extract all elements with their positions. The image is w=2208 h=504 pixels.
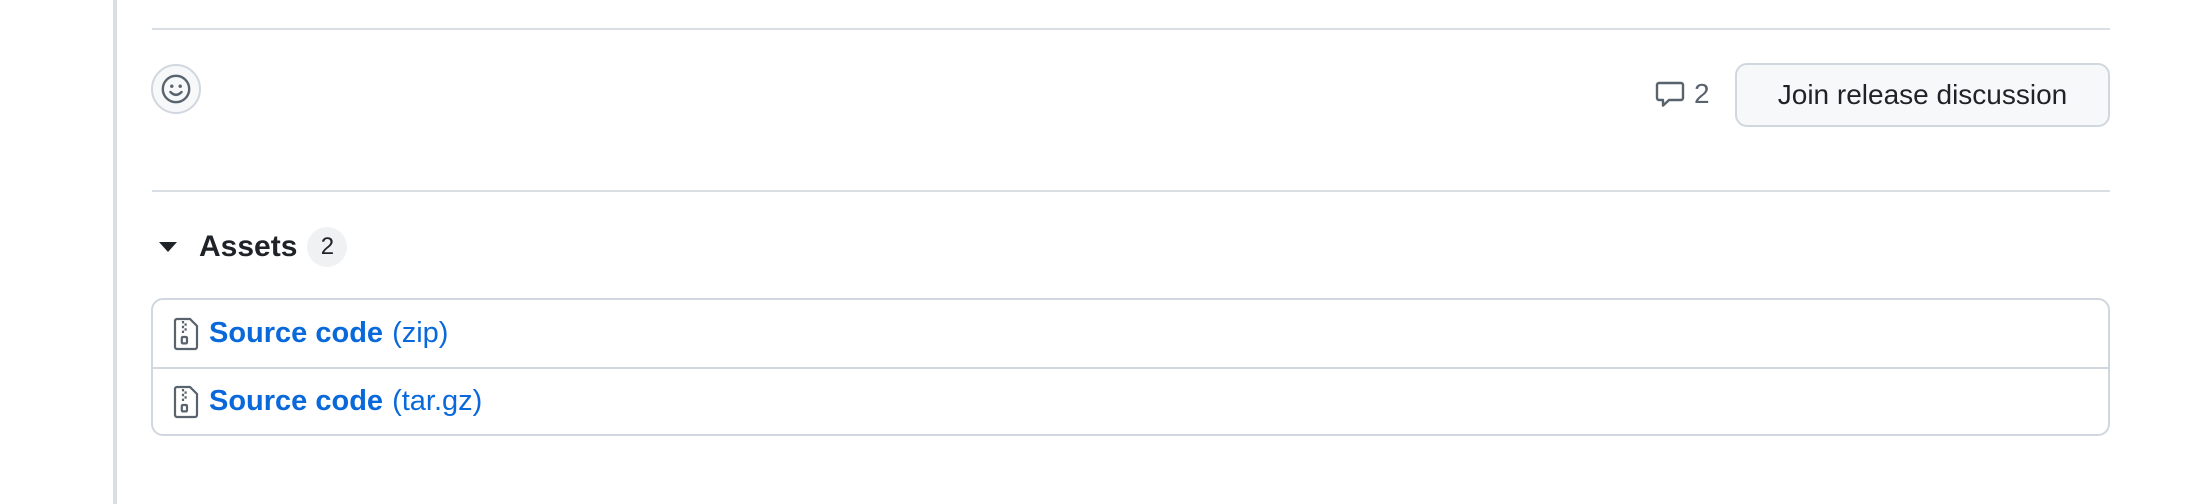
assets-count-badge: 2 [307,227,348,267]
asset-row: Source code (zip) [153,300,2108,367]
file-zip-icon [173,317,199,350]
timeline-rule [113,0,117,504]
asset-name: Source code [209,385,384,417]
smiley-icon [161,74,191,104]
caret-down-icon [159,242,177,252]
join-discussion-button[interactable]: Join release discussion [1735,63,2110,127]
source-code-zip-link[interactable]: Source code (zip) [209,317,448,350]
release-footer: 2 Join release discussion Assets 2 Sourc… [0,0,2208,504]
file-zip-icon [173,385,199,418]
source-code-targz-link[interactable]: Source code (tar.gz) [209,385,482,418]
divider-middle [152,190,2110,192]
divider-top [152,28,2110,30]
assets-toggle[interactable]: Assets 2 [155,224,348,270]
asset-row: Source code (tar.gz) [153,367,2108,434]
add-reaction-button[interactable] [151,64,201,114]
assets-list: Source code (zip) Source code (tar.gz) [151,298,2110,436]
asset-ext: (zip) [392,317,449,349]
assets-title: Assets [199,230,298,263]
comment-count[interactable]: 2 [1654,74,1710,114]
comment-count-value: 2 [1694,78,1710,109]
asset-name: Source code [209,317,384,349]
comment-icon [1655,81,1685,107]
asset-ext: (tar.gz) [392,385,483,417]
